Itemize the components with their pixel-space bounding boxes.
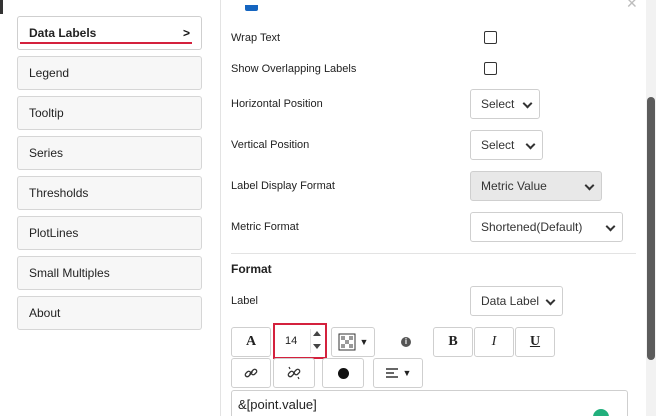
nav-item-series[interactable]: Series — [17, 136, 202, 170]
format-section-title: Format — [231, 262, 272, 276]
chevron-down-icon — [522, 98, 533, 109]
nav-item-thresholds[interactable]: Thresholds — [17, 176, 202, 210]
nav-item-label: About — [29, 306, 61, 320]
underline-button[interactable]: U — [515, 327, 555, 357]
color-dot-icon — [337, 367, 349, 379]
fill-pattern-icon — [338, 333, 356, 351]
nav-item-small-multiples[interactable]: Small Multiples — [17, 256, 202, 290]
metric-format-value: Shortened(Default) — [481, 220, 583, 234]
label-display-format-select[interactable]: Metric Value — [470, 171, 602, 201]
section-divider — [231, 253, 636, 254]
font-size-stepper[interactable]: 14 — [273, 323, 327, 359]
settings-panel: Wrap Text Show Overlapping Labels Horizo… — [221, 0, 646, 416]
caret-down-icon: ▼ — [359, 337, 369, 347]
nav-item-label: PlotLines — [29, 226, 79, 240]
nav-item-label: Small Multiples — [29, 266, 110, 280]
bold-label: B — [448, 334, 458, 349]
vertical-position-label: Vertical Position — [231, 139, 310, 151]
horizontal-position-label: Horizontal Position — [231, 98, 323, 110]
show-overlapping-checkbox[interactable] — [484, 62, 497, 75]
arrow-up-icon[interactable] — [313, 331, 321, 336]
color-button[interactable] — [322, 358, 364, 388]
wrap-text-checkbox[interactable] — [484, 31, 497, 44]
label-field-select[interactable]: Data Label — [470, 286, 563, 316]
label-display-format-value: Metric Value — [481, 179, 547, 193]
metric-format-label: Metric Format — [231, 221, 299, 233]
chevron-down-icon — [584, 180, 595, 191]
horizontal-position-value: Select — [481, 97, 515, 111]
nav-item-data-labels[interactable]: Data Labels > — [17, 16, 202, 50]
font-size-value: 14 — [285, 335, 298, 347]
italic-label: I — [491, 334, 497, 349]
nav-item-tooltip[interactable]: Tooltip — [17, 96, 202, 130]
scrollbar[interactable] — [646, 0, 656, 416]
font-a-label: A — [245, 334, 257, 349]
active-underline — [20, 42, 192, 44]
metric-format-select[interactable]: Shortened(Default) — [470, 212, 623, 242]
bold-button[interactable]: B — [433, 327, 473, 357]
scrollbar-thumb[interactable] — [647, 97, 655, 360]
label-text-input[interactable]: &[point.value] — [231, 390, 628, 416]
link-icon — [244, 368, 258, 378]
label-display-format-label: Label Display Format — [231, 180, 335, 192]
vertical-position-select[interactable]: Select — [470, 130, 543, 160]
nav-item-label: Data Labels — [29, 26, 97, 40]
chevron-down-icon — [525, 139, 536, 150]
nav-item-label: Legend — [29, 66, 70, 80]
nav-item-about[interactable]: About — [17, 296, 202, 330]
chevron-down-icon — [605, 221, 616, 232]
underline-label: U — [529, 334, 541, 349]
unlink-button[interactable] — [273, 358, 315, 388]
chevron-down-icon — [545, 295, 556, 306]
label-text-value: &[point.value] — [238, 397, 317, 412]
label-field-label: Label — [231, 295, 258, 307]
nav-item-label: Thresholds — [29, 186, 89, 200]
arrow-down-icon[interactable] — [313, 344, 321, 349]
stepper-arrows[interactable] — [310, 329, 322, 353]
chevron-right-icon: > — [182, 26, 190, 40]
nav-item-label: Tooltip — [29, 106, 64, 120]
nav-item-label: Series — [29, 146, 64, 160]
link-button[interactable] — [231, 358, 271, 388]
font-family-button[interactable]: A — [231, 327, 271, 357]
label-field-value: Data Label — [481, 294, 540, 308]
vertical-position-value: Select — [481, 138, 515, 152]
info-icon[interactable]: i — [401, 337, 411, 347]
left-nav: Data Labels > Legend Tooltip Series Thre… — [0, 0, 220, 416]
unlink-icon — [287, 366, 301, 380]
settings-dialog: Data Labels > Legend Tooltip Series Thre… — [0, 0, 656, 416]
align-button[interactable]: ▼ — [373, 358, 423, 388]
align-icon — [385, 368, 398, 378]
fill-pattern-button[interactable]: ▼ — [331, 327, 375, 357]
horizontal-position-select[interactable]: Select — [470, 89, 540, 119]
wrap-text-label: Wrap Text — [231, 32, 281, 44]
italic-button[interactable]: I — [474, 327, 514, 357]
show-overlapping-label: Show Overlapping Labels — [231, 63, 357, 75]
caret-down-icon: ▼ — [402, 368, 412, 378]
nav-item-plotlines[interactable]: PlotLines — [17, 216, 202, 250]
nav-item-legend[interactable]: Legend — [17, 56, 202, 90]
